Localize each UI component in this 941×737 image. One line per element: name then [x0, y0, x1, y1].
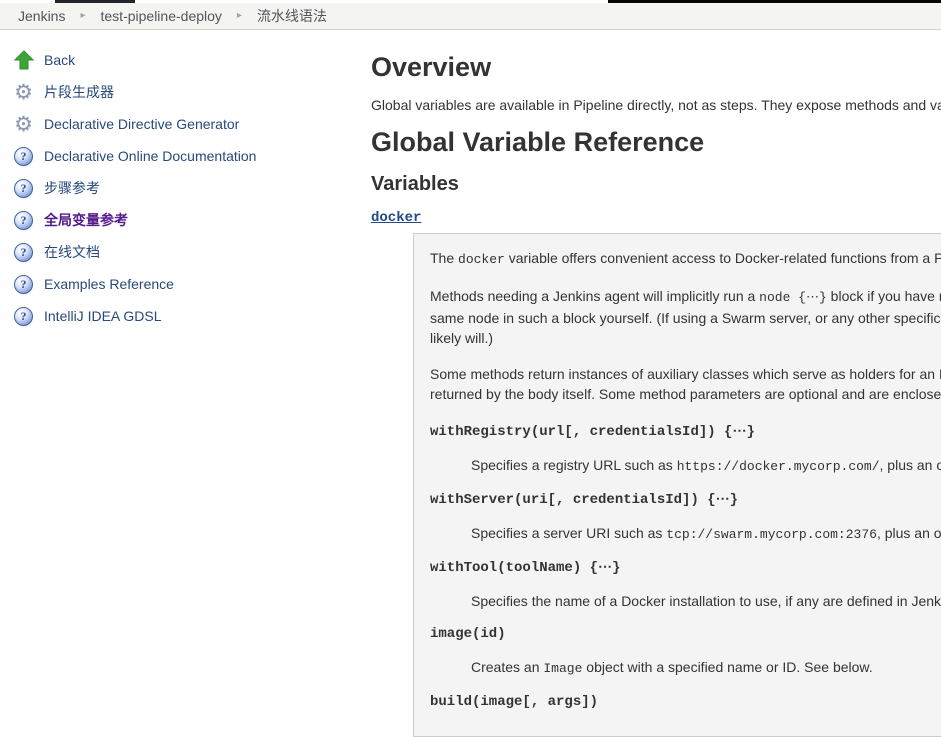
sidebar-item-label: 步骤参考: [44, 178, 100, 198]
sidebar-task-list: Back ⚙ 片段生成器 ⚙ Declarative Directive Generat…: [0, 44, 364, 332]
sidebar-item-label: 片段生成器: [44, 82, 114, 102]
method-signature: withTool(toolName) {⋯}: [430, 558, 941, 578]
inline-code: https://docker.mycorp.com/: [677, 459, 880, 474]
docker-variable-definition: The docker variable offers convenient ac…: [413, 233, 941, 737]
help-icon: ?: [13, 306, 34, 327]
method-description: Specifies a registry URL such as https:/…: [471, 455, 941, 477]
docker-variable-link[interactable]: docker: [371, 210, 421, 226]
method-description: Specifies the name of a Docker installat…: [471, 591, 941, 611]
breadcrumb-separator-icon: ▸: [237, 11, 242, 21]
gear-icon: ⚙: [13, 82, 34, 103]
sidebar-item-label: 全局变量参考: [44, 210, 128, 230]
help-icon: ?: [13, 146, 34, 167]
sidebar-item-label: Examples Reference: [44, 276, 174, 292]
sidebar-item[interactable]: ? 在线文档: [0, 236, 364, 268]
help-paragraph-line: Methods needing a Jenkins agent will imp…: [430, 286, 941, 308]
inline-code: Image: [543, 661, 582, 676]
breadcrumb-separator-icon: ▸: [80, 11, 85, 21]
sidebar-item[interactable]: ⚙ 片段生成器: [0, 76, 364, 108]
breadcrumb: Jenkins ▸ test-pipeline-deploy ▸ 流水线语法: [0, 6, 327, 26]
help-paragraph: Some methods return instances of auxilia…: [430, 364, 941, 406]
help-paragraph-line: The docker variable offers convenient ac…: [430, 248, 941, 270]
method-description: Creates an Image object with a specified…: [471, 657, 941, 679]
method-signature: withRegistry(url[, credentialsId]) {⋯}: [430, 422, 941, 442]
variables-list: docker The docker variable offers conven…: [371, 209, 941, 737]
method-signature: image(id): [430, 624, 941, 644]
docker-variable-term: docker: [371, 209, 941, 227]
breadcrumb-item[interactable]: test-pipeline-deploy: [101, 8, 222, 24]
breadcrumb-item[interactable]: Jenkins: [18, 8, 65, 24]
sidebar-item-label: Declarative Online Documentation: [44, 148, 256, 164]
sidebar-item[interactable]: ? Declarative Online Documentation: [0, 140, 364, 172]
method-signature: build(image[, args]): [430, 692, 941, 712]
sidebar-item-label: Declarative Directive Generator: [44, 116, 239, 132]
sidebar-item[interactable]: ? IntelliJ IDEA GDSL: [0, 300, 364, 332]
gear-icon: ⚙: [13, 114, 34, 135]
sidebar-item[interactable]: Back: [0, 44, 364, 76]
breadcrumb-item[interactable]: 流水线语法: [257, 6, 327, 26]
sidebar-item-label: 在线文档: [44, 242, 100, 262]
back-arrow-icon: [13, 50, 34, 71]
sidebar-item-label: IntelliJ IDEA GDSL: [44, 308, 162, 324]
variables-heading: Variables: [371, 172, 941, 196]
help-paragraph: Methods needing a Jenkins agent will imp…: [430, 286, 941, 348]
help-paragraph-line: same node in such a block yourself. (If …: [430, 308, 941, 328]
sidebar-item[interactable]: ? Examples Reference: [0, 268, 364, 300]
sidebar-item-label: Back: [44, 52, 75, 68]
main-content: Overview Global variables are available …: [371, 50, 941, 737]
overview-heading: Overview: [371, 50, 941, 84]
help-icon: ?: [13, 210, 34, 231]
help-paragraph-line: Some methods return instances of auxilia…: [430, 364, 941, 384]
sidebar-item[interactable]: ? 全局变量参考: [0, 204, 364, 236]
docker-method-list: withRegistry(url[, credentialsId]) {⋯} Sp…: [430, 422, 941, 712]
docker-help-panel: The docker variable offers convenient ac…: [413, 233, 941, 737]
sidebar-item[interactable]: ? 步骤参考: [0, 172, 364, 204]
inline-code: docker: [458, 252, 505, 267]
inline-code: tcp://swarm.mycorp.com:2376: [666, 527, 877, 542]
docker-help-paragraphs: The docker variable offers convenient ac…: [430, 248, 941, 406]
overview-paragraph: Global variables are available in Pipeli…: [371, 96, 941, 115]
inline-code: node {⋯}: [759, 290, 827, 305]
help-icon: ?: [13, 242, 34, 263]
method-description: Specifies a server URI such as tcp://swa…: [471, 523, 941, 545]
help-icon: ?: [13, 178, 34, 199]
help-paragraph: The docker variable offers convenient ac…: [430, 248, 941, 270]
help-paragraph-line: returned by the body itself. Some method…: [430, 384, 941, 406]
breadcrumb-bar: Jenkins ▸ test-pipeline-deploy ▸ 流水线语法: [0, 3, 941, 30]
help-paragraph-line: likely will.): [430, 328, 941, 348]
help-icon: ?: [13, 274, 34, 295]
global-variable-reference-heading: Global Variable Reference: [371, 125, 941, 159]
sidebar-item[interactable]: ⚙ Declarative Directive Generator: [0, 108, 364, 140]
method-signature: withServer(uri[, credentialsId]) {⋯}: [430, 490, 941, 510]
